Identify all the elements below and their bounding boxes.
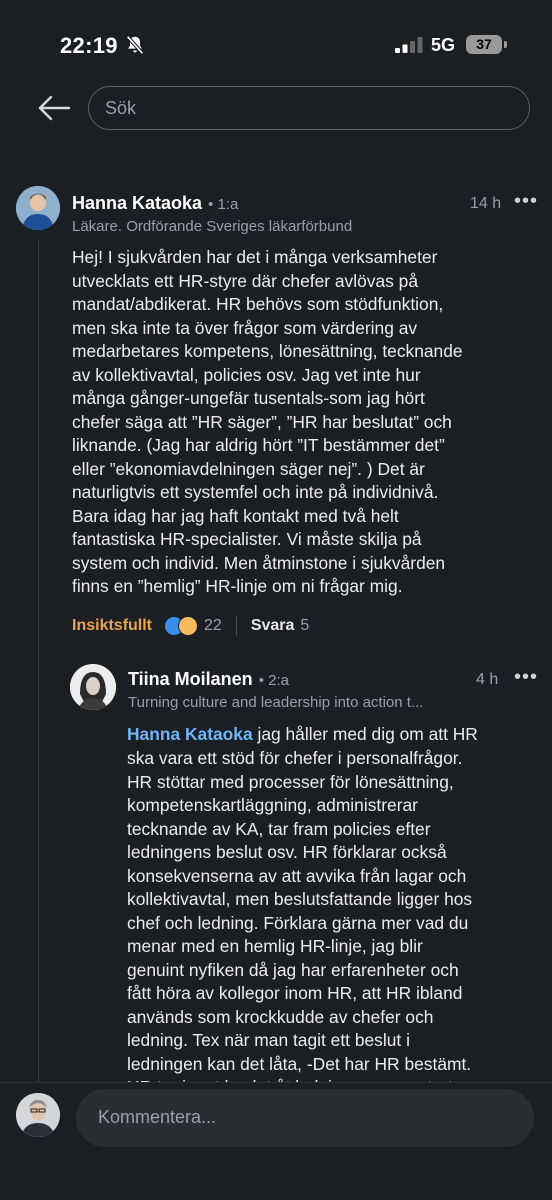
clock: 22:19 <box>60 33 118 58</box>
avatar-photo <box>70 664 116 710</box>
reply-count: 5 <box>300 617 310 634</box>
network-type: 5G <box>431 35 456 55</box>
comment-time: 14 h <box>470 195 502 212</box>
connection-degree: • 2:a <box>258 672 289 689</box>
silent-bell-icon <box>126 35 144 55</box>
cell-signal-icon <box>395 37 423 53</box>
avatar[interactable] <box>70 664 116 710</box>
reply-text: ska vara ett stöd för chefer i personalf… <box>127 748 473 1082</box>
comment-composer: Kommentera... <box>0 1082 552 1200</box>
reaction-button[interactable]: Insiktsfullt <box>72 617 152 635</box>
comment-input[interactable]: Kommentera... <box>76 1089 534 1147</box>
avatar-photo <box>16 186 60 230</box>
back-arrow-icon[interactable] <box>36 94 72 122</box>
battery-icon: 37 <box>466 35 502 54</box>
reply-author-name[interactable]: Tiina Moilanen <box>128 669 253 690</box>
search-input[interactable]: Sök <box>88 86 530 130</box>
comment-actions: Insiktsfullt 22 Svara 5 <box>72 616 309 636</box>
battery-level: 37 <box>476 36 492 52</box>
insightful-reaction-icon <box>178 616 199 636</box>
author-headline: Läkare. Ordförande Sveriges läkarförbund <box>72 218 353 235</box>
more-options-icon[interactable]: ••• <box>514 190 538 213</box>
reply-time: 4 h <box>476 671 499 688</box>
more-options-icon[interactable]: ••• <box>514 666 538 689</box>
comment-author-name[interactable]: Hanna Kataoka <box>72 193 202 214</box>
thread-line <box>38 240 39 1082</box>
reaction-count[interactable]: 22 <box>204 617 222 635</box>
status-bar: 22:19 5G 37 <box>0 0 552 84</box>
top-bar: Sök <box>0 84 552 136</box>
battery-tip <box>504 41 507 48</box>
avatar[interactable] <box>16 186 60 230</box>
connection-degree: • 1:a <box>208 196 239 213</box>
reply-first-line-text: jag håller med dig om att HR <box>252 724 478 744</box>
search-placeholder: Sök <box>105 98 137 118</box>
comment-author-row: Hanna Kataoka • 1:a <box>72 193 238 214</box>
reaction-icons[interactable] <box>164 616 199 636</box>
my-avatar <box>16 1093 60 1137</box>
author-headline: Turning culture and leadership into acti… <box>128 694 424 711</box>
comment-text: Hej! I sjukvården har det i många verksa… <box>72 247 463 596</box>
comment-placeholder: Kommentera... <box>98 1107 217 1127</box>
divider <box>235 616 237 636</box>
reply-author-row: Tiina Moilanen • 2:a <box>128 669 289 690</box>
avatar-photo <box>16 1093 60 1137</box>
reply-first-line: Hanna Kataoka jag håller med dig om att … <box>127 723 547 747</box>
mention-link[interactable]: Hanna Kataoka <box>127 724 253 744</box>
reply-button[interactable]: Svara <box>251 617 295 635</box>
comments-scroll-area[interactable]: Hanna Kataoka • 1:a Läkare. Ordförande S… <box>0 136 552 1082</box>
